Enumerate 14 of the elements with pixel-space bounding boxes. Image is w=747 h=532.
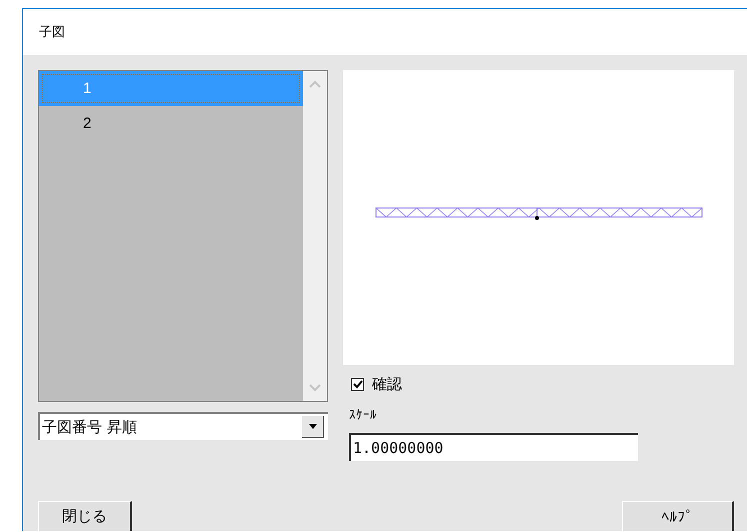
confirm-checkbox[interactable] xyxy=(351,378,364,391)
list-item[interactable]: 2 xyxy=(39,106,303,141)
scroll-down-icon[interactable] xyxy=(308,383,322,393)
confirm-label: 確認 xyxy=(372,375,402,394)
scale-label: ｽｹｰﾙ xyxy=(349,408,378,423)
list-box[interactable]: 1 2 xyxy=(38,70,328,402)
help-button[interactable]: ﾍﾙﾌﾟ xyxy=(622,501,734,531)
scroll-up-icon[interactable] xyxy=(308,79,322,89)
close-button[interactable]: 閉じる xyxy=(38,501,132,531)
window-title: 子図 xyxy=(39,24,65,41)
scale-field[interactable]: 1.00000000 xyxy=(349,433,638,461)
dropdown-caret-icon xyxy=(308,424,316,429)
scrollbar[interactable] xyxy=(303,71,327,401)
sort-dropdown[interactable]: 子図番号 昇順 xyxy=(38,412,328,440)
